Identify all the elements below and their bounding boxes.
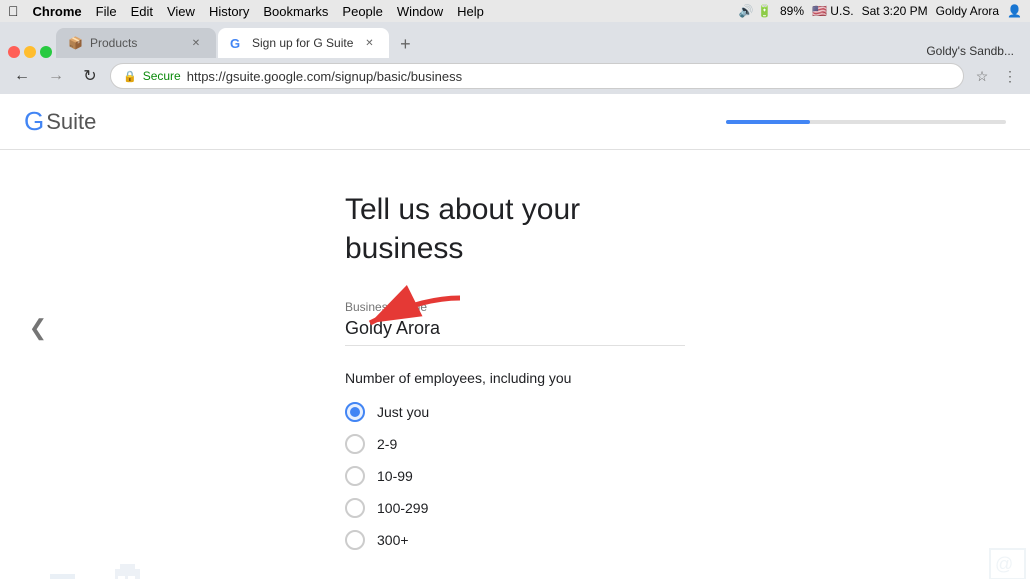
radio-circle-10-99 — [345, 466, 365, 486]
window-menu[interactable]: Window — [397, 4, 443, 19]
gsuite-header: G Suite — [0, 94, 1030, 150]
tab-bar: 📦 Products ✕ G Sign up for G Suite ✕ + G… — [0, 22, 1030, 58]
employee-count-radio-group: Just you 2-9 10-99 100-299 — [345, 402, 685, 550]
tab-close-products[interactable]: ✕ — [188, 35, 204, 51]
employees-label: Number of employees, including you — [345, 370, 685, 386]
user-name[interactable]: Goldy Arora — [936, 4, 999, 18]
radio-100-299[interactable]: 100-299 — [345, 498, 685, 518]
address-bar-actions: ☆ ⋮ — [970, 64, 1022, 88]
business-name-value[interactable]: Goldy Arora — [345, 318, 685, 346]
help-menu[interactable]: Help — [457, 4, 484, 19]
bookmark-button[interactable]: ☆ — [970, 64, 994, 88]
people-menu[interactable]: People — [342, 4, 382, 19]
tab-title-products: Products — [90, 36, 180, 50]
progress-bar-fill — [726, 120, 810, 124]
new-tab-button[interactable]: + — [391, 30, 419, 58]
browser-chrome: 📦 Products ✕ G Sign up for G Suite ✕ + G… — [0, 22, 1030, 94]
page-content: G Suite ❮ Tell us about your business Bu… — [0, 94, 1030, 579]
edit-menu[interactable]: Edit — [131, 4, 153, 19]
secure-label: Secure — [143, 69, 181, 83]
radio-just-you[interactable]: Just you — [345, 402, 685, 422]
gsuite-logo: G Suite — [24, 106, 96, 137]
url-text: https://gsuite.google.com/signup/basic/b… — [187, 69, 951, 84]
radio-label-100-299: 100-299 — [377, 500, 428, 516]
tab-gsuite[interactable]: G Sign up for G Suite ✕ — [218, 28, 389, 58]
business-name-label: Business name — [345, 300, 685, 314]
tab-close-gsuite[interactable]: ✕ — [361, 35, 377, 51]
tab-title-gsuite: Sign up for G Suite — [252, 36, 353, 50]
file-menu[interactable]: File — [96, 4, 117, 19]
tab-list: 📦 Products ✕ G Sign up for G Suite ✕ + — [56, 28, 535, 58]
bookmarks-menu[interactable]: Bookmarks — [263, 4, 328, 19]
apple-menu[interactable]:  — [8, 3, 19, 19]
radio-circle-2-9 — [345, 434, 365, 454]
svg-text:@: @ — [995, 554, 1013, 574]
history-menu[interactable]: History — [209, 4, 249, 19]
view-menu[interactable]: View — [167, 4, 195, 19]
radio-2-9[interactable]: 2-9 — [345, 434, 685, 454]
menu-bar:  Chrome File Edit View History Bookmark… — [0, 0, 1030, 22]
radio-circle-100-299 — [345, 498, 365, 518]
city-right-svg: @ — [710, 534, 1030, 579]
city-left-svg — [0, 534, 320, 579]
tab-favicon-products: 📦 — [68, 36, 82, 50]
radio-label-2-9: 2-9 — [377, 436, 397, 452]
gsuite-logo-g: G — [24, 106, 44, 137]
refresh-button[interactable]: ↻ — [76, 62, 104, 90]
close-window-button[interactable] — [8, 46, 20, 58]
address-bar[interactable]: 🔒 Secure https://gsuite.google.com/signu… — [110, 63, 964, 89]
tab-products[interactable]: 📦 Products ✕ — [56, 28, 216, 58]
minimize-window-button[interactable] — [24, 46, 36, 58]
profile-name[interactable]: Goldy's Sandb... — [926, 44, 1014, 58]
employees-group: Number of employees, including you Just … — [345, 370, 685, 550]
back-nav-button[interactable]: ❮ — [20, 310, 56, 346]
main-content: ❮ Tell us about your business Business n… — [0, 150, 1030, 579]
window-controls — [8, 46, 52, 58]
battery-level: 89% — [780, 4, 804, 18]
flag-icon: 🇺🇸 U.S. — [812, 4, 854, 18]
radio-label-just-you: Just you — [377, 404, 429, 420]
form-container: Tell us about your business Business nam… — [345, 190, 685, 579]
radio-circle-300plus — [345, 530, 365, 550]
tab-favicon-gsuite: G — [230, 36, 244, 50]
maximize-window-button[interactable] — [40, 46, 52, 58]
radio-label-300plus: 300+ — [377, 532, 409, 548]
status-icons: 🔊 🔋 — [739, 4, 772, 18]
page-title: Tell us about your business — [345, 190, 685, 268]
radio-circle-just-you — [345, 402, 365, 422]
radio-300plus[interactable]: 300+ — [345, 530, 685, 550]
more-button[interactable]: ⋮ — [998, 64, 1022, 88]
chrome-menu[interactable]: Chrome — [33, 4, 82, 19]
forward-button[interactable]: → — [42, 62, 70, 90]
user-avatar[interactable]: 👤 — [1007, 4, 1022, 18]
gsuite-logo-suite: Suite — [46, 109, 96, 135]
progress-bar-container — [726, 120, 1006, 124]
business-name-group: Business name Goldy Arora — [345, 300, 685, 346]
radio-label-10-99: 10-99 — [377, 468, 413, 484]
clock: Sat 3:20 PM — [862, 4, 928, 18]
radio-10-99[interactable]: 10-99 — [345, 466, 685, 486]
address-bar-row: ← → ↻ 🔒 Secure https://gsuite.google.com… — [0, 58, 1030, 94]
back-button[interactable]: ← — [8, 62, 36, 90]
secure-icon: 🔒 — [123, 70, 137, 83]
